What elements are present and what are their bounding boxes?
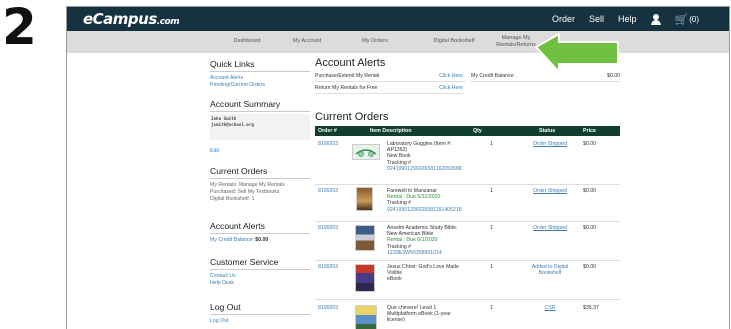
orders-table-header: Order # Item Description Qty Status Pric… <box>315 126 620 136</box>
status-link[interactable]: Order Shipped <box>525 141 575 147</box>
tracking-link[interactable]: 9241990129602658116140521​8 <box>387 207 473 213</box>
logo[interactable]: eCampus.com <box>83 10 180 28</box>
credit-label: My Credit Balance: <box>471 73 515 79</box>
col-price: Price <box>583 128 596 134</box>
log-out-link[interactable]: Log Out <box>210 318 310 325</box>
top-bar: eCampus.com Order Sell Help 🛒 (0) <box>67 7 729 31</box>
product-image[interactable] <box>355 225 375 251</box>
customer-service-heading: Customer Service <box>210 257 310 270</box>
sub-nav: Dashboard My Account My Orders Digital B… <box>67 31 729 53</box>
table-row: 8199203 Jesus Christ: God's Love Made Vi… <box>315 261 620 300</box>
quick-links-heading: Quick Links <box>210 59 310 72</box>
col-item: Item Description <box>370 128 412 134</box>
tab-dashboard[interactable]: Dashboard <box>217 38 277 45</box>
order-number[interactable]: 8199203 <box>318 141 338 147</box>
alert-row: Purchase/Extend My Rental Click Here <box>315 71 465 82</box>
sidebar-digital-bookshelf[interactable]: Digital Bookshelf: 1 <box>210 196 310 203</box>
account-email: jsmith@school.org <box>211 121 254 127</box>
qty: 1 <box>490 264 493 270</box>
user-icon[interactable] <box>650 13 661 25</box>
order-number[interactable]: 8199203 <box>318 264 338 270</box>
status-link[interactable]: Order Shipped <box>525 225 575 231</box>
item-description: Farewell to Manzanar Rental : Due 5/31/2… <box>387 188 473 213</box>
credit-value: $0.00 <box>607 73 620 79</box>
account-alerts-heading: Account Alerts <box>210 221 310 234</box>
help-link[interactable]: Help <box>618 14 637 24</box>
price: $35.37 <box>583 305 599 311</box>
price: $0.00 <box>583 141 596 147</box>
tab-my-account[interactable]: My Account <box>277 38 337 45</box>
help-desk-link[interactable]: Help Desk <box>210 280 310 287</box>
order-link[interactable]: Order <box>552 14 575 24</box>
table-row: 8199203 Anselm Academic Study Bible: New… <box>315 222 620 261</box>
sidebar-rentals[interactable]: My Rentals: Manage My Rentals <box>210 182 310 189</box>
credit-row: My Credit Balance: $0.00 <box>471 71 620 82</box>
click-here-link[interactable]: Click Here <box>439 83 463 93</box>
log-out-heading: Log Out <box>210 302 310 315</box>
tracking-link[interactable]: 1Z28E3W50358951014 <box>387 250 473 256</box>
account-alerts-title: Account Alerts <box>315 57 386 69</box>
item-description: Anselm Academic Study Bible: New America… <box>387 225 473 256</box>
browser-screenshot: eCampus.com Order Sell Help 🛒 (0) Dashbo… <box>66 6 730 329</box>
status-link[interactable]: Added to Digital Bookshelf <box>525 264 575 276</box>
product-image[interactable] <box>352 144 380 160</box>
col-qty: Qty <box>473 128 482 134</box>
sell-link[interactable]: Sell <box>589 14 604 24</box>
item-description: Jesus Christ: God's Love Made Visible eB… <box>387 264 459 283</box>
alert-row: Return My Rentals for Free Click Here <box>315 83 465 94</box>
click-here-link[interactable]: Click Here <box>439 71 463 81</box>
price: $0.00 <box>583 188 596 194</box>
product-image[interactable] <box>355 264 375 292</box>
qty: 1 <box>490 305 493 311</box>
sidebar-purchased[interactable]: Purchased: Sell My Textbooks <box>210 189 310 196</box>
credit-balance-value: $0.00 <box>255 237 269 243</box>
col-status: Status <box>539 128 556 134</box>
quick-link-pending-orders[interactable]: Pending/Current Orders <box>210 82 310 89</box>
alert-label: Purchase/Extend My Rental <box>315 73 380 79</box>
cart-button[interactable]: 🛒 (0) <box>675 13 699 26</box>
step-number: 2 <box>2 0 37 56</box>
main-content: Account Alerts Purchase/Extend My Rental… <box>315 57 620 329</box>
item-description: Que chevere! Level 1 Multiplatform eBook… <box>387 305 451 324</box>
table-row: 8199203 Farewell to Manzanar Rental : Du… <box>315 185 620 222</box>
order-number[interactable]: 8199203 <box>318 305 338 311</box>
quick-link-account-alerts[interactable]: Account Alerts <box>210 75 310 82</box>
item-description: Laboratory Goggles (Item #: AP1362) New … <box>387 141 473 172</box>
contact-us-link[interactable]: Contact Us <box>210 273 310 280</box>
qty: 1 <box>490 225 493 231</box>
current-orders-title: Current Orders <box>315 111 389 123</box>
tracking-link[interactable]: 9241990129602658116205958​8 <box>387 166 473 172</box>
tab-my-orders[interactable]: My Orders <box>345 38 405 45</box>
account-summary-heading: Account Summary <box>210 99 310 112</box>
tab-digital-bookshelf[interactable]: Digital Bookshelf <box>419 38 489 45</box>
product-image[interactable] <box>356 187 373 211</box>
table-row: 8199203 Laboratory Goggles (Item #: AP13… <box>315 138 620 185</box>
status-link[interactable]: CSR <box>525 305 575 311</box>
qty: 1 <box>490 141 493 147</box>
credit-balance-label[interactable]: My Credit Balance: <box>210 237 255 243</box>
status-link[interactable]: Order Shipped <box>525 188 575 194</box>
price: $0.00 <box>583 264 596 270</box>
alert-label: Return My Rentals for Free <box>315 85 378 91</box>
order-number[interactable]: 8199203 <box>318 188 338 194</box>
current-orders-heading: Current Orders <box>210 166 310 179</box>
price: $0.00 <box>583 225 596 231</box>
order-number[interactable]: 8199203 <box>318 225 338 231</box>
table-row: 8199203 Que chevere! Level 1 Multiplatfo… <box>315 300 620 329</box>
cart-count: (0) <box>689 14 699 24</box>
qty: 1 <box>490 188 493 194</box>
cart-icon: 🛒 <box>674 13 689 26</box>
edit-link[interactable]: Edit <box>210 148 310 155</box>
product-image[interactable] <box>355 305 377 329</box>
col-order: Order # <box>318 128 337 134</box>
